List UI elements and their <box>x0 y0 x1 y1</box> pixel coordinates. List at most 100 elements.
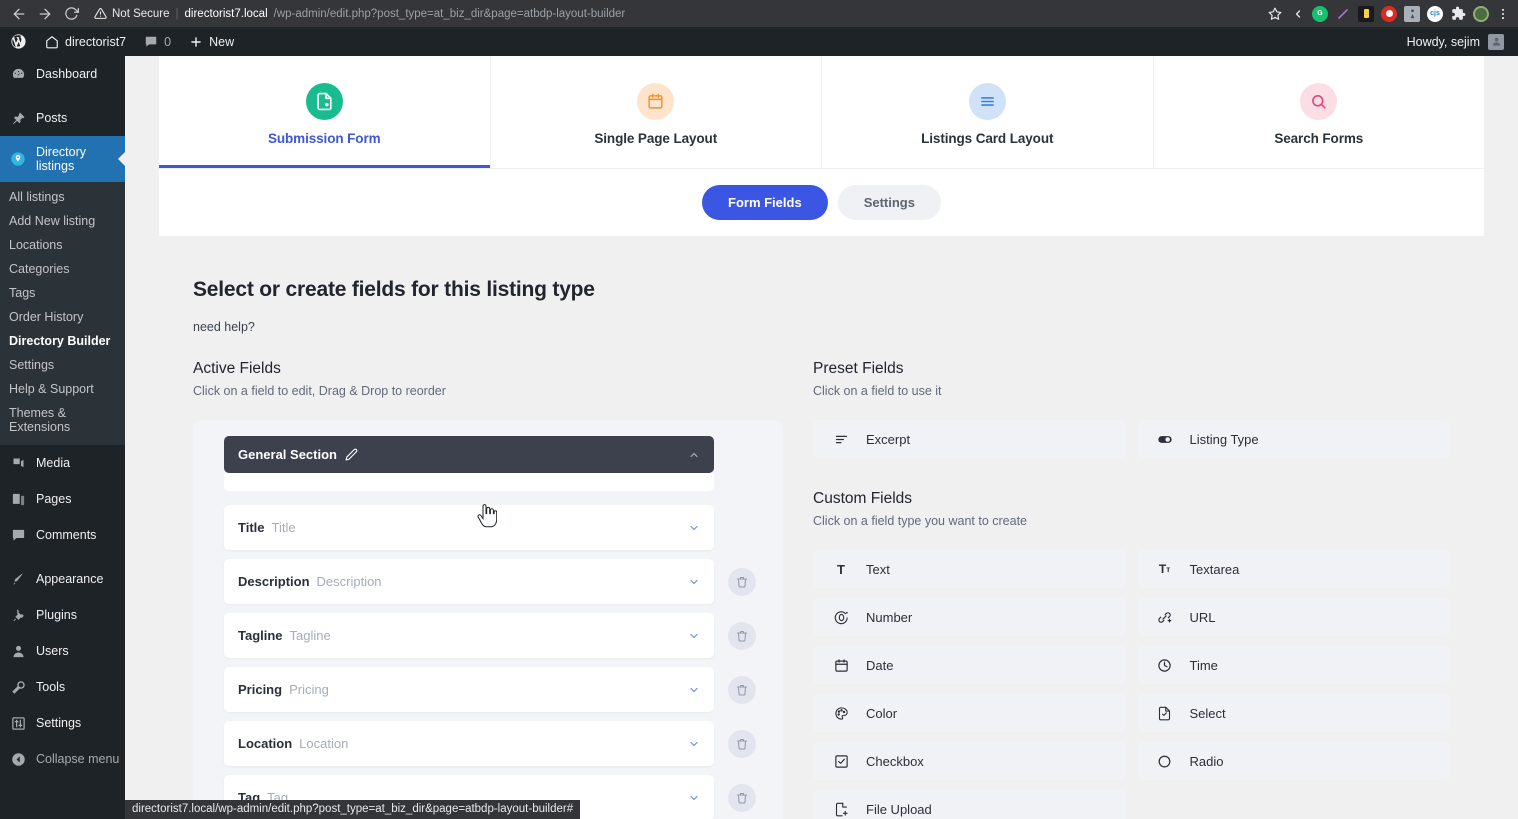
chevron-down-icon[interactable] <box>688 630 700 642</box>
sidebar-item-settings[interactable]: Settings <box>0 705 125 741</box>
wordpress-logo-icon[interactable] <box>10 27 36 56</box>
field-label: Tagline <box>238 628 283 643</box>
site-name-label: directorist7 <box>65 34 127 49</box>
custom-field-radio[interactable]: Radio <box>1136 742 1450 780</box>
submenu-item-themes-extensions[interactable]: Themes & Extensions <box>0 401 125 439</box>
custom-field-textarea[interactable]: Tт Textarea <box>1136 550 1450 588</box>
tab-label: Single Page Layout <box>594 130 718 146</box>
delete-field-button[interactable] <box>728 567 756 596</box>
sidebar-item-pages[interactable]: Pages <box>0 481 125 517</box>
sidebar-item-appearance[interactable]: Appearance <box>0 561 125 597</box>
general-section: General Section <box>193 436 783 491</box>
custom-field-date[interactable]: Date <box>813 646 1127 684</box>
browser-actions: G cjs <box>1266 1 1512 27</box>
custom-field-file-upload[interactable]: File Upload <box>813 790 1127 819</box>
field-row: Location Location <box>224 721 783 766</box>
submenu-item-settings[interactable]: Settings <box>0 353 125 377</box>
custom-field-color[interactable]: Color <box>813 694 1127 732</box>
preset-fields-grid: Excerpt Listing Type <box>813 420 1450 458</box>
preset-field-excerpt[interactable]: Excerpt <box>813 420 1127 458</box>
submenu-item-categories[interactable]: Categories <box>0 257 125 281</box>
lastpass-extension-icon[interactable] <box>1358 5 1374 22</box>
grayscale-extension-icon[interactable] <box>1404 5 1420 22</box>
custom-field-url[interactable]: URL <box>1136 598 1450 636</box>
need-help-text[interactable]: need help? <box>193 320 1450 334</box>
field-card-location[interactable]: Location Location <box>224 721 714 766</box>
security-warning[interactable]: Not Secure <box>88 7 170 20</box>
puzzle-extensions-icon[interactable] <box>1450 1 1466 27</box>
sidebar-item-collapse-menu[interactable]: Collapse menu <box>0 741 125 777</box>
profile-badge-icon[interactable] <box>1473 5 1489 22</box>
address-bar[interactable]: Not Secure | directorist7.local/wp-admin… <box>88 4 1260 24</box>
field-placeholder: Location <box>299 736 349 751</box>
submenu-item-all-listings[interactable]: All listings <box>0 185 125 209</box>
general-section-label: General Section <box>238 447 337 462</box>
field-card-description[interactable]: Description Description <box>224 559 714 604</box>
sidebar-item-comments[interactable]: Comments <box>0 517 125 553</box>
new-content-menu[interactable]: New <box>180 27 243 56</box>
form-fields-button[interactable]: Form Fields <box>702 185 828 220</box>
custom-field-select[interactable]: Select <box>1136 694 1450 732</box>
reload-icon[interactable] <box>58 1 84 27</box>
chevron-down-icon[interactable] <box>688 738 700 750</box>
pages-icon <box>9 490 27 508</box>
sidebar-item-directory-listings[interactable]: Directory listings <box>0 136 125 182</box>
chevron-up-icon[interactable] <box>688 449 700 461</box>
browser-toolbar: Not Secure | directorist7.local/wp-admin… <box>0 0 1518 27</box>
clock-icon <box>1157 657 1173 673</box>
submenu-item-directory-builder[interactable]: Directory Builder <box>0 329 125 353</box>
sidebar-item-media[interactable]: Media <box>0 445 125 481</box>
tab-listings-card-layout[interactable]: Listings Card Layout <box>822 56 1154 168</box>
cjs-extension-icon[interactable]: cjs <box>1427 5 1443 22</box>
chevron-down-icon[interactable] <box>688 522 700 534</box>
main-content: Submission Form Single Page Layout Listi… <box>125 56 1518 819</box>
three-dot-menu-icon[interactable] <box>1496 1 1510 27</box>
fields-library-column: Preset Fields Click on a field to use it… <box>813 360 1450 819</box>
submenu-item-help-support[interactable]: Help & Support <box>0 377 125 401</box>
sidebar-item-dashboard[interactable]: Dashboard <box>0 56 125 92</box>
submenu-item-add-new-listing[interactable]: Add New listing <box>0 209 125 233</box>
sidebar-item-users[interactable]: Users <box>0 633 125 669</box>
sidebar-item-plugins[interactable]: Plugins <box>0 597 125 633</box>
active-fields-heading: Active Fields <box>193 360 281 377</box>
custom-field-checkbox[interactable]: Checkbox <box>813 742 1127 780</box>
tab-submission-form[interactable]: Submission Form <box>159 56 491 168</box>
tab-search-forms[interactable]: Search Forms <box>1154 56 1485 168</box>
chevron-down-icon[interactable] <box>688 576 700 588</box>
custom-field-time[interactable]: Time <box>1136 646 1450 684</box>
field-card-title[interactable]: Title Title <box>224 505 714 550</box>
general-section-header[interactable]: General Section <box>224 436 714 473</box>
sidebar-item-label: Pages <box>36 492 72 506</box>
submenu-item-tags[interactable]: Tags <box>0 281 125 305</box>
comments-menu[interactable]: 0 <box>135 27 180 56</box>
sidebar-item-posts[interactable]: Posts <box>0 100 125 136</box>
field-label: Title <box>238 520 265 535</box>
site-name-menu[interactable]: directorist7 <box>36 27 135 56</box>
tab-single-page-layout[interactable]: Single Page Layout <box>491 56 822 168</box>
grammarly-extension-icon[interactable]: G <box>1312 5 1328 22</box>
pencil-edit-icon[interactable] <box>345 448 358 461</box>
field-card-tagline[interactable]: Tagline Tagline <box>224 613 714 658</box>
settings-button[interactable]: Settings <box>837 185 941 220</box>
submenu-item-order-history[interactable]: Order History <box>0 305 125 329</box>
custom-field-number[interactable]: Number <box>813 598 1127 636</box>
chevron-down-icon[interactable] <box>688 684 700 696</box>
field-card-pricing[interactable]: Pricing Pricing <box>224 667 714 712</box>
adblock-extension-icon[interactable] <box>1381 5 1397 22</box>
back-arrow-icon[interactable] <box>6 1 32 27</box>
delete-field-button[interactable] <box>728 621 756 650</box>
star-icon[interactable] <box>1266 1 1284 27</box>
forward-arrow-icon[interactable] <box>32 1 58 27</box>
custom-field-text[interactable]: T Text <box>813 550 1127 588</box>
directory-icon <box>9 150 27 168</box>
chevron-left-icon[interactable] <box>1291 1 1305 27</box>
delete-field-button[interactable] <box>728 675 756 704</box>
delete-field-button[interactable] <box>728 783 756 812</box>
pen-extension-icon[interactable] <box>1335 6 1351 22</box>
admin-bar-account[interactable]: Howdy, sejim <box>1407 33 1508 50</box>
delete-field-button[interactable] <box>728 729 756 758</box>
submenu-item-locations[interactable]: Locations <box>0 233 125 257</box>
sidebar-item-tools[interactable]: Tools <box>0 669 125 705</box>
preset-field-listing-type[interactable]: Listing Type <box>1136 420 1450 458</box>
chevron-down-icon[interactable] <box>688 792 700 804</box>
